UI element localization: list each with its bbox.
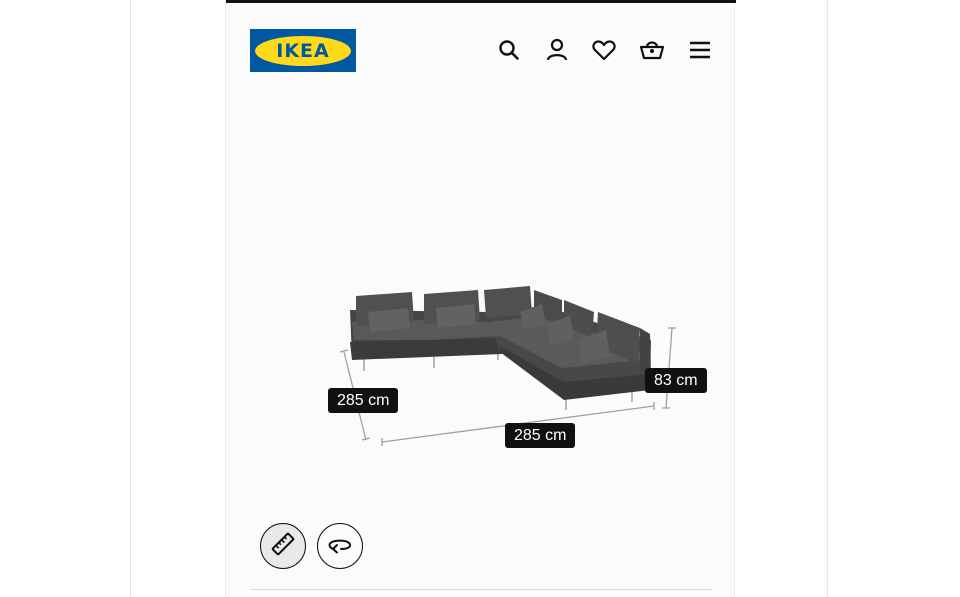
menu-icon[interactable] (686, 36, 714, 64)
measure-tool-button[interactable] (260, 523, 306, 569)
basket-icon[interactable] (638, 36, 666, 64)
corner-sofa-image (339, 286, 676, 446)
height-dimension-label: 83 cm (645, 368, 707, 393)
section-divider (250, 589, 712, 590)
rotate-icon (327, 533, 353, 560)
logo-oval: IKEA (255, 35, 351, 66)
ikea-logo[interactable]: IKEA (250, 29, 356, 72)
rotate-tool-button[interactable] (317, 523, 363, 569)
depth-dimension-label: 285 cm (328, 388, 399, 413)
ruler-icon (270, 531, 296, 562)
heart-icon[interactable] (590, 36, 618, 64)
product-page: IKEA 285 cm 285 cm 83 cm (225, 0, 736, 597)
top-bar (226, 0, 736, 3)
logo-text: IKEA (276, 39, 330, 62)
width-dimension-label: 285 cm (505, 423, 576, 448)
profile-icon[interactable] (543, 36, 571, 64)
product-3d-viewer[interactable]: 285 cm 285 cm 83 cm (226, 90, 736, 510)
search-icon[interactable] (495, 36, 523, 64)
